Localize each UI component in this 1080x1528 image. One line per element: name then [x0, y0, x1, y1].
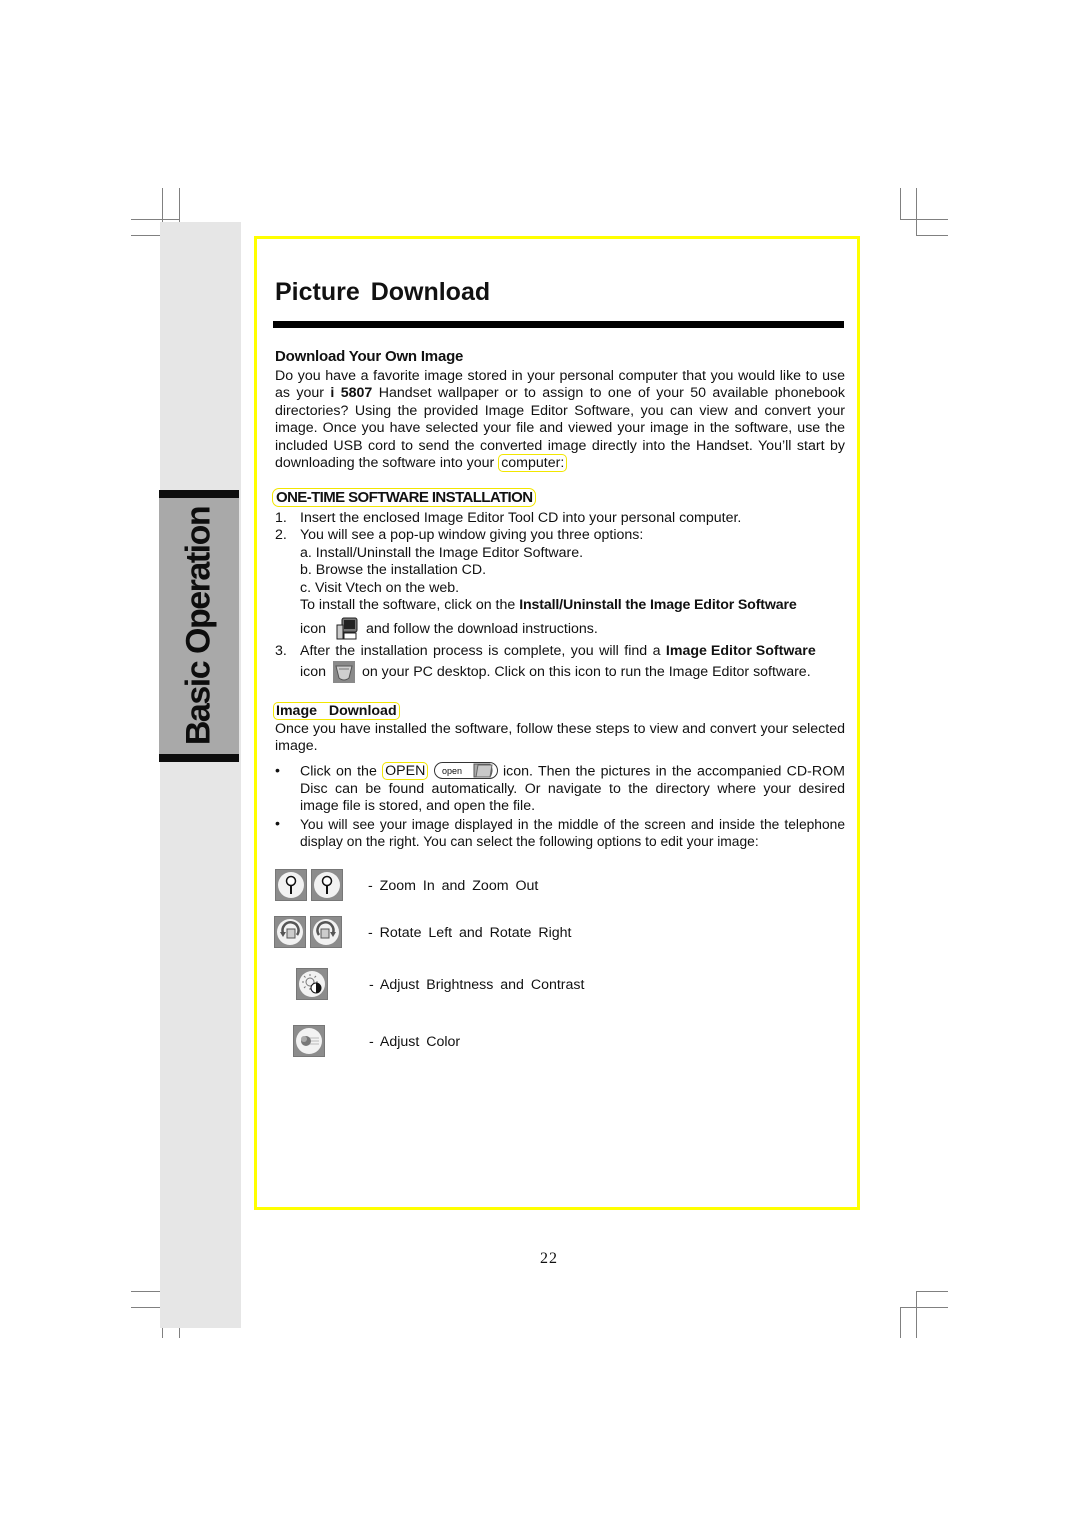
section-tab: Basic Operation	[159, 490, 239, 762]
image-editor-app-icon	[332, 661, 355, 683]
tool-label-zoom: - Zoom In and Zoom Out	[368, 878, 539, 894]
tool-row-brightness	[296, 968, 332, 1000]
install-instruction: To install the software, click on the In…	[300, 597, 845, 613]
sidebar-strip	[160, 222, 241, 1328]
install-follow-text: and follow the download instructions.	[365, 620, 598, 637]
intro-heading: Download Your Own Image	[275, 348, 464, 365]
bullet-1-mark: •	[275, 763, 280, 779]
zoom-out-icon[interactable]	[311, 869, 343, 901]
tool-label-brightness: - Adjust Brightness and Contrast	[369, 977, 585, 993]
zoom-in-icon[interactable]	[275, 869, 307, 901]
page-title: Picture Download	[275, 278, 491, 306]
icon-word: icon	[300, 620, 327, 637]
installation-heading-text: ONE-TIME SOFTWARE INSTALLATION	[272, 488, 537, 507]
title-rule	[273, 321, 844, 328]
step-text: You will see a pop-up window giving you …	[300, 527, 644, 543]
adjust-color-icon[interactable]	[293, 1025, 325, 1057]
install-bold: Install/Uninstall the Image Editor Softw…	[519, 597, 797, 613]
tab-bar-bottom	[159, 754, 239, 762]
icon-word: icon	[300, 663, 327, 680]
image-download-intro: Once you have installed the software, fo…	[275, 721, 845, 755]
install-computer-icon	[333, 617, 359, 641]
section-tab-label: Basic Operation	[179, 506, 218, 746]
step-text: After the installation process is comple…	[300, 643, 666, 659]
step-num: 2.	[275, 527, 287, 543]
step-num: 1.	[275, 510, 287, 526]
bullet-2-mark: •	[275, 816, 280, 832]
tool-label-rotate: - Rotate Left and Rotate Right	[368, 925, 572, 941]
installation-heading: ONE-TIME SOFTWARE INSTALLATION	[272, 488, 537, 507]
page-number: 22	[540, 1250, 558, 1267]
highlight-computer: computer:	[498, 454, 568, 473]
step-1: 1. Insert the enclosed Image Editor Tool …	[275, 510, 741, 526]
step3-bold: Image Editor Software	[665, 643, 816, 659]
option-c: c. Visit Vtech on the web.	[300, 580, 460, 596]
open-button-label: open	[442, 766, 462, 776]
brightness-contrast-icon[interactable]	[296, 968, 328, 1000]
step-num: 3.	[275, 643, 287, 659]
step-3-cont: icon on your PC desktop. Click on this i…	[300, 661, 811, 683]
step-2: 2. You will see a pop-up window giving yo…	[275, 527, 643, 543]
step3-cont-text: on your PC desktop. Click on this icon t…	[361, 663, 811, 680]
tab-bar-top	[159, 490, 239, 498]
option-a: a. Install/Uninstall the Image Editor So…	[300, 545, 584, 561]
option-b: b. Browse the installation CD.	[300, 562, 487, 578]
rotate-left-icon[interactable]	[274, 916, 306, 948]
tool-label-color: - Adjust Color	[369, 1034, 461, 1050]
model-number: i 5807	[330, 385, 373, 402]
bullet-2: You will see your image displayed in the…	[300, 817, 845, 850]
install-icon-line: icon and follow the download instruction…	[300, 617, 598, 641]
open-highlight: OPEN	[382, 762, 429, 781]
image-download-heading-text: Image Download	[273, 702, 400, 720]
intro-paragraph: Do you have a favorite image stored in y…	[275, 368, 845, 473]
open-button-icon: open	[433, 762, 498, 779]
install-text: To install the software, click on the	[300, 597, 520, 613]
tool-row-color	[293, 1025, 329, 1057]
rotate-right-icon[interactable]	[310, 916, 342, 948]
bullet-1: Click on the OPEN open icon. Then the pi…	[300, 762, 845, 815]
step-3: 3. After the installation process is comp…	[275, 643, 816, 659]
step-text: Insert the enclosed Image Editor Tool CD…	[300, 510, 742, 526]
bullet-text: Click on the	[300, 763, 383, 780]
tool-row-zoom	[275, 869, 347, 901]
image-download-heading: Image Download	[273, 702, 400, 720]
tool-row-rotate	[274, 916, 346, 948]
